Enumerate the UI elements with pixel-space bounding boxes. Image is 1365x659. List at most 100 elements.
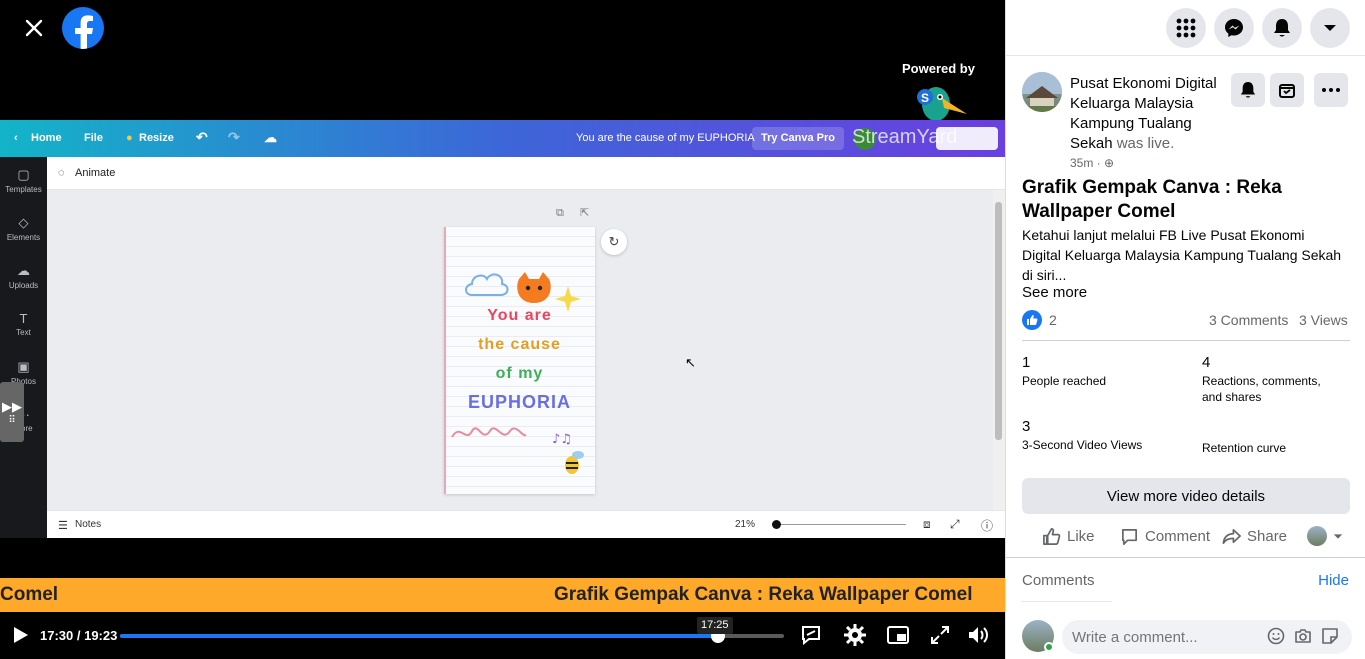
- canva-back-icon[interactable]: ‹: [14, 132, 18, 144]
- fullscreen-canva-icon[interactable]: ⤢: [950, 517, 960, 532]
- messenger-button[interactable]: [1214, 8, 1254, 48]
- settings-gear-icon[interactable]: [843, 623, 867, 647]
- notifications-button[interactable]: [1262, 8, 1302, 48]
- more-options-button[interactable]: [1314, 73, 1348, 107]
- comments-count[interactable]: 3 Comments: [1209, 312, 1288, 328]
- was-live-label: was live.: [1116, 135, 1175, 152]
- notes-icon: ☰: [58, 520, 68, 532]
- post-timestamp[interactable]: 35m · ⊕: [1070, 156, 1114, 170]
- zoom-slider[interactable]: [776, 524, 906, 525]
- post-as-selector[interactable]: [1307, 526, 1343, 546]
- canva-tool-elements[interactable]: ◇ Elements: [0, 215, 47, 242]
- streamyard-bird-logo: S: [917, 87, 967, 121]
- video-description: Ketahui lanjut melalui FB Live Pusat Eko…: [1022, 227, 1342, 283]
- canva-context-bar: ◌ Animate: [47, 157, 1005, 190]
- like-reaction-icon[interactable]: [1022, 310, 1042, 330]
- video-player[interactable]: Powered by S ‹ Home File ● Resize ↶ ↷ ☁ …: [0, 0, 1005, 659]
- animate-button[interactable]: Animate: [75, 167, 115, 179]
- animate-icon: ◌: [58, 167, 65, 179]
- picture-in-picture-icon[interactable]: [886, 623, 910, 647]
- canva-doc-title[interactable]: You are the cause of my EUPHORIA: [576, 132, 755, 144]
- menu-button[interactable]: [1166, 8, 1206, 48]
- camera-icon[interactable]: [1294, 627, 1312, 645]
- crown-icon: ●: [126, 132, 133, 144]
- progress-bar[interactable]: 17:25: [120, 617, 784, 643]
- wallpaper-design[interactable]: You are the cause of my EUPHORIA ♪♫: [444, 227, 595, 494]
- canva-canvas-area: ⧉ ⇱ ↻ You are the cause of my EUPHORIA ♪…: [47, 190, 993, 510]
- share-label: Share: [1247, 528, 1288, 545]
- svg-text:♪♫: ♪♫: [552, 432, 572, 447]
- design-line-1: You are: [487, 307, 552, 324]
- share-button[interactable]: Share: [1222, 527, 1287, 546]
- play-button[interactable]: [10, 625, 30, 645]
- help-icon[interactable]: ⓘ: [981, 517, 993, 534]
- canva-vertical-scrollbar[interactable]: [993, 190, 1005, 510]
- svg-text:S: S: [921, 91, 929, 105]
- reaction-count[interactable]: 2: [1049, 312, 1057, 328]
- view-more-details-button[interactable]: View more video details: [1022, 478, 1350, 514]
- see-more-link[interactable]: See more: [1022, 284, 1087, 301]
- canva-footer: ☰ Notes 21% ⧈ ⤢ ⓘ: [47, 510, 1005, 538]
- follow-notifications-button[interactable]: [1231, 73, 1265, 107]
- page-avatar[interactable]: [1022, 72, 1062, 112]
- captions-icon[interactable]: [799, 623, 823, 647]
- save-video-button[interactable]: [1270, 73, 1304, 107]
- design-line-4: EUPHORIA: [467, 392, 571, 412]
- rotate-icon[interactable]: ↻: [601, 229, 627, 255]
- fullscreen-icon[interactable]: [928, 623, 952, 647]
- try-pro-label: Try Canva Pro: [761, 132, 835, 144]
- shared-screen-canva: ‹ Home File ● Resize ↶ ↷ ☁ You are the c…: [0, 120, 1005, 538]
- views-count: 3 Views: [1299, 312, 1348, 328]
- canva-resize-button[interactable]: Resize: [139, 132, 174, 144]
- insights-grid: 1 People reached 4 Reactions, comments, an…: [1022, 340, 1350, 455]
- top-navigation: [1006, 0, 1365, 56]
- sticker-icon[interactable]: [1321, 627, 1339, 645]
- canva-file-menu[interactable]: File: [84, 132, 103, 144]
- globe-icon: ⊕: [1104, 156, 1115, 170]
- save-box-icon: [1279, 84, 1295, 98]
- emoji-icon[interactable]: [1267, 627, 1285, 645]
- undo-icon[interactable]: ↶: [196, 129, 208, 146]
- try-canva-pro-button[interactable]: Try Canva Pro: [752, 127, 844, 150]
- canva-home-link[interactable]: Home: [31, 132, 62, 144]
- post-as-avatar: [1307, 526, 1327, 546]
- reactions-row: 2 3 Comments 3 Views: [1022, 310, 1350, 330]
- chevron-down-icon: [1324, 25, 1336, 31]
- account-button[interactable]: [1310, 8, 1350, 48]
- add-page-icon[interactable]: ⇱: [580, 206, 589, 219]
- mouse-cursor-icon: ↖: [685, 355, 696, 370]
- notes-button[interactable]: Notes: [75, 519, 101, 530]
- canva-tool-text[interactable]: T Text: [0, 311, 47, 337]
- redo-icon[interactable]: ↷: [228, 129, 240, 146]
- zoom-slider-handle[interactable]: [772, 520, 781, 529]
- video-title: Grafik Gempak Canva : Reka Wallpaper Com…: [1022, 177, 1282, 222]
- comment-bubble-icon: [1121, 528, 1138, 545]
- canva-tool-uploads[interactable]: ☁ Uploads: [0, 263, 47, 290]
- canva-tool-templates[interactable]: ▢ Templates: [0, 167, 47, 194]
- building-photo: [1022, 72, 1062, 112]
- close-button[interactable]: [14, 8, 54, 48]
- design-line-2: the cause: [478, 336, 561, 353]
- hide-comments-link[interactable]: Hide: [1318, 572, 1349, 589]
- duplicate-page-icon[interactable]: ⧉: [556, 207, 564, 220]
- cloud-doodle: [465, 273, 509, 296]
- comment-input-tools: [1267, 627, 1339, 645]
- live-video-viewer: Powered by S ‹ Home File ● Resize ↶ ↷ ☁ …: [0, 0, 1365, 659]
- timestamp-label: 35m ·: [1070, 156, 1101, 170]
- canva-side-toolbar: ▢ Templates ◇ Elements ☁ Uploads T Text ▣ Pho…: [0, 157, 47, 538]
- facebook-f-icon: [75, 15, 93, 49]
- progress-fill: [120, 634, 718, 638]
- cloud-save-icon: ☁: [264, 130, 277, 145]
- close-icon: [25, 19, 43, 37]
- share-arrow-icon: [1222, 528, 1241, 545]
- page-view-icon[interactable]: ⧈: [923, 517, 931, 532]
- powered-by-label: Powered by: [902, 61, 975, 76]
- like-button[interactable]: Like: [1042, 527, 1095, 546]
- scrollbar-thumb[interactable]: [995, 202, 1002, 440]
- stat-retention-curve: Retention curve: [1202, 441, 1287, 455]
- comment-button[interactable]: Comment: [1120, 527, 1210, 546]
- facebook-logo[interactable]: [62, 7, 104, 49]
- volume-icon[interactable]: [966, 623, 990, 647]
- streamyard-side-handle[interactable]: ▶▶ ⠿: [0, 382, 24, 442]
- streamyard-watermark: StreamYard: [852, 126, 958, 148]
